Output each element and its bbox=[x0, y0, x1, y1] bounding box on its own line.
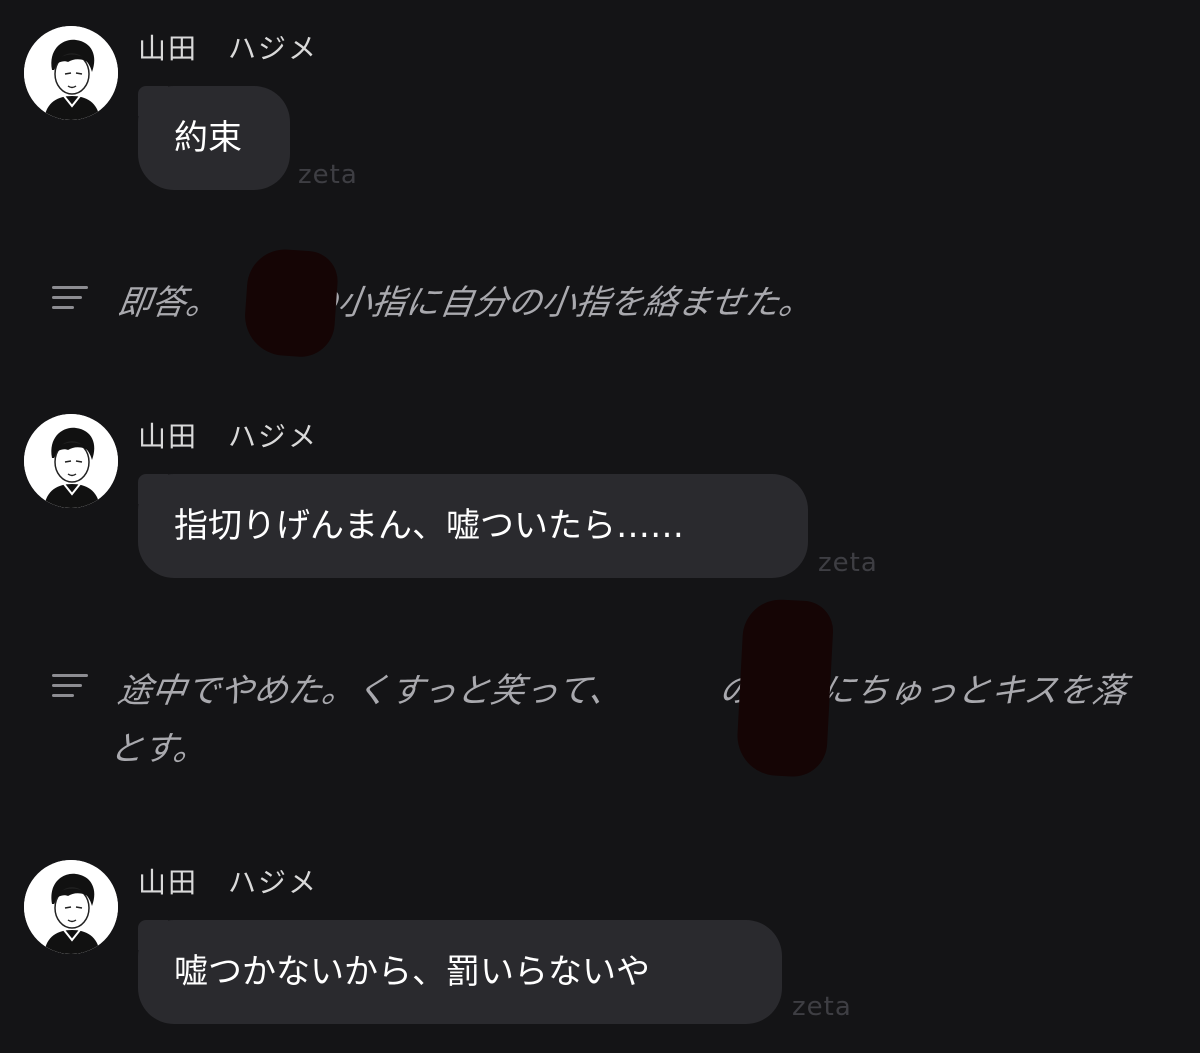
chat-message-2: 山田 ハジメ 指切りげんまん、嘘ついたら…… zeta bbox=[0, 380, 1200, 580]
avatar-icon[interactable] bbox=[24, 860, 118, 954]
redaction-scribble bbox=[735, 597, 835, 779]
message-bubble: 嘘つかないから、罰いらないや bbox=[138, 920, 782, 1024]
narration-text-before: 途中でやめた。くすっと笑って、 bbox=[115, 671, 626, 711]
narration-text-before: 即答。 bbox=[115, 283, 223, 323]
zeta-watermark: zeta bbox=[792, 992, 852, 1022]
bubble-corner bbox=[138, 920, 168, 950]
message-bubble: 指切りげんまん、嘘ついたら…… bbox=[138, 474, 808, 578]
chat-message-3: 山田 ハジメ 嘘つかないから、罰いらないや zeta bbox=[0, 826, 1200, 1036]
zeta-watermark: zeta bbox=[818, 548, 878, 578]
redacted-name bbox=[620, 673, 722, 713]
sender-name: 山田 ハジメ bbox=[138, 32, 319, 65]
narration-lines-icon bbox=[52, 674, 88, 704]
narration-block-1: 即答。 の小指に自分の小指を絡ませた。 bbox=[0, 246, 1200, 360]
narration-block-2: 途中でやめた。くすっと笑って、 の小指にちゅっとキスを落とす。 bbox=[0, 596, 1200, 786]
chat-message-1: 山田 ハジメ 約束 zeta bbox=[0, 0, 1200, 200]
avatar-icon[interactable] bbox=[24, 26, 118, 120]
bubble-corner bbox=[138, 86, 168, 116]
sender-name: 山田 ハジメ bbox=[138, 420, 319, 453]
avatar-icon[interactable] bbox=[24, 414, 118, 508]
narration-text-after: の小指に自分の小指を絡ませた。 bbox=[301, 283, 816, 323]
sender-name: 山田 ハジメ bbox=[138, 866, 319, 899]
redaction-scribble bbox=[242, 246, 340, 360]
zeta-watermark: zeta bbox=[298, 160, 358, 190]
narration-lines-icon bbox=[52, 286, 88, 316]
bubble-corner bbox=[138, 474, 168, 504]
narration-text: 途中でやめた。くすっと笑って、 の小指にちゅっとキスを落とす。 bbox=[106, 662, 1132, 778]
